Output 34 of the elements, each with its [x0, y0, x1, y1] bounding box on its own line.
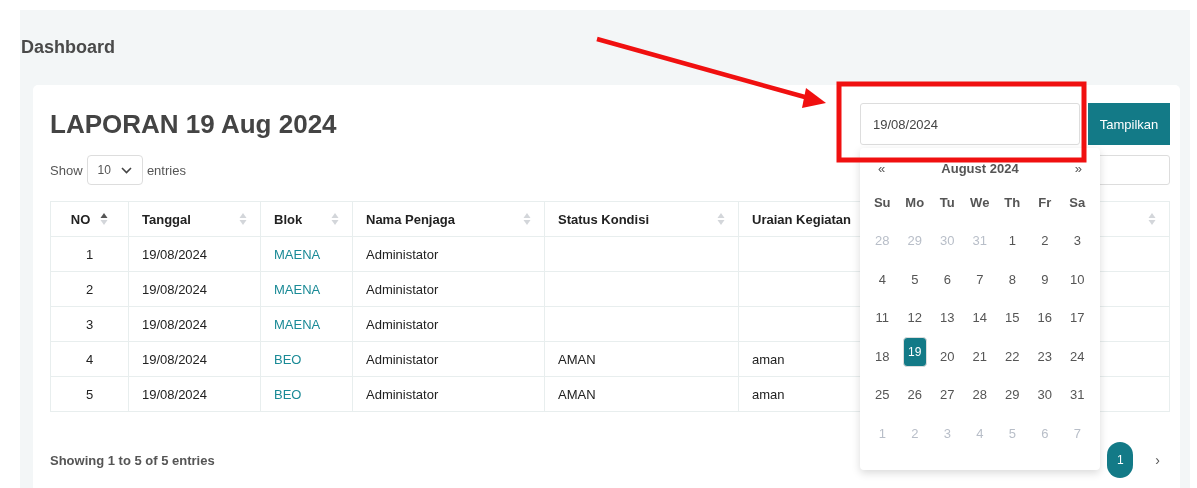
- column-label: Uraian Kegiatan: [752, 211, 851, 227]
- column-label: Blok: [274, 211, 303, 227]
- weekday-label: We: [969, 193, 991, 212]
- table-cell: 19/08/2024: [142, 281, 208, 297]
- column-label: Tanggal: [142, 211, 191, 227]
- weekday-label: Fr: [1037, 193, 1053, 212]
- table-cell: 19/08/2024: [142, 246, 208, 262]
- table-cell: 2: [85, 281, 94, 297]
- table-cell: Administator: [366, 386, 439, 402]
- table-cell: 5: [85, 386, 94, 402]
- weekday-label: Th: [1003, 193, 1022, 212]
- report-title: LAPORAN 19 Aug 2024: [50, 108, 338, 140]
- table-cell: Administator: [366, 246, 439, 262]
- weekday-label: Sa: [1068, 193, 1087, 212]
- table-cell: 19/08/2024: [142, 386, 208, 402]
- table-cell: Administator: [366, 281, 439, 297]
- page-title: Dashboard: [21, 36, 117, 59]
- table-cell: aman: [752, 386, 785, 402]
- table-cell: AMAN: [558, 351, 596, 367]
- table-cell: 19/08/2024: [142, 316, 208, 332]
- column-label: Status Kondisi: [558, 211, 649, 227]
- table-cell: 1: [85, 246, 94, 262]
- table-cell: AMAN: [558, 386, 596, 402]
- table-cell: Administator: [366, 351, 439, 367]
- table-cell: Administator: [366, 316, 439, 332]
- table-cell: 4: [85, 351, 94, 367]
- table-info: Showing 1 to 5 of 5 entries: [50, 452, 215, 468]
- table-cell: aman: [752, 351, 785, 367]
- column-label: NO: [70, 211, 91, 227]
- entries-label: entries: [146, 162, 186, 178]
- column-label: Nama Penjaga: [366, 211, 455, 227]
- table-cell: 19/08/2024: [142, 351, 208, 367]
- show-label: Show: [50, 162, 83, 178]
- table-cell: 3: [85, 316, 94, 332]
